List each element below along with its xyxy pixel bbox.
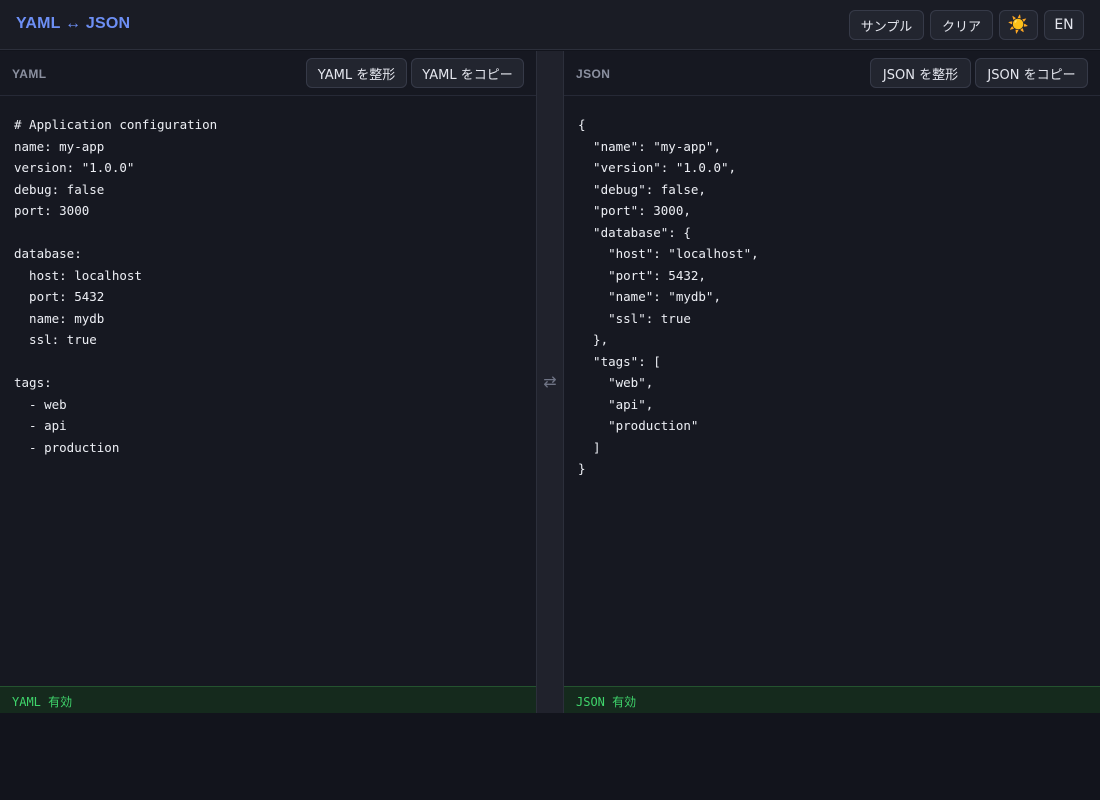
json-pane-header: JSON JSON を整形 JSON をコピー	[564, 51, 1100, 96]
copy-json-button[interactable]: JSON をコピー	[975, 58, 1088, 88]
yaml-pane-label: YAML	[12, 67, 47, 81]
footer-area	[0, 713, 1100, 800]
pane-divider[interactable]: ⇄	[536, 51, 564, 713]
json-status-bar: JSON 有効	[564, 686, 1100, 713]
theme-toggle-button[interactable]: ☀️	[999, 10, 1038, 40]
language-button[interactable]: EN	[1044, 10, 1084, 40]
sun-icon: ☀️	[1007, 14, 1030, 35]
format-json-button[interactable]: JSON を整形	[870, 58, 971, 88]
yaml-pane: YAML YAML を整形 YAML をコピー # Application co…	[0, 51, 536, 713]
yaml-editor[interactable]: # Application configuration name: my-app…	[0, 97, 536, 686]
yaml-pane-header: YAML YAML を整形 YAML をコピー	[0, 51, 536, 96]
swap-icon: ⇄	[543, 374, 557, 391]
copy-yaml-button[interactable]: YAML をコピー	[411, 58, 524, 88]
json-editor[interactable]: { "name": "my-app", "version": "1.0.0", …	[564, 97, 1100, 686]
json-pane: JSON JSON を整形 JSON をコピー { "name": "my-ap…	[564, 51, 1100, 713]
json-pane-label: JSON	[576, 67, 611, 81]
app-header: YAML ↔ JSON サンプル クリア ☀️ EN	[0, 0, 1100, 50]
app-title: YAML ↔ JSON	[16, 15, 131, 32]
format-yaml-button[interactable]: YAML を整形	[306, 58, 407, 88]
sample-button[interactable]: サンプル	[849, 10, 924, 40]
yaml-status-bar: YAML 有効	[0, 686, 536, 713]
clear-button[interactable]: クリア	[930, 10, 993, 40]
